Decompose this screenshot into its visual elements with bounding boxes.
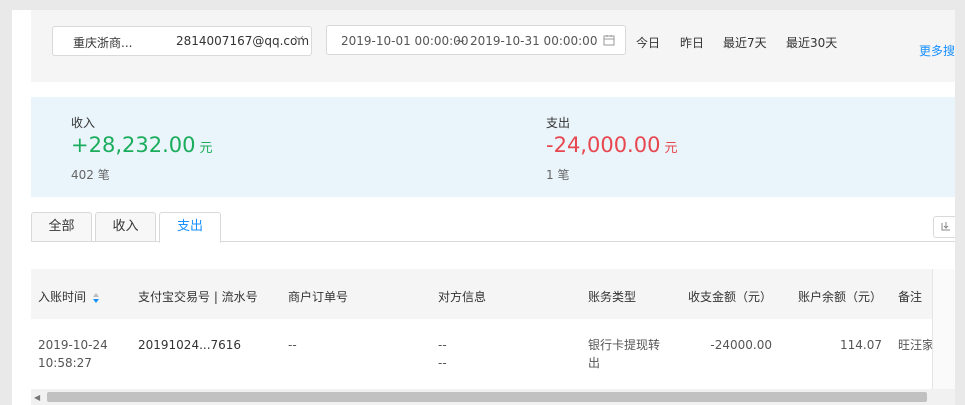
scroll-left-icon[interactable]: ◀ <box>34 393 40 402</box>
cell-balance: 114.07 <box>840 338 882 352</box>
col-header-balance: 账户余额（元） <box>798 290 883 304</box>
quick-range-30days[interactable]: 最近30天 <box>786 34 837 51</box>
cell-time-clock: 10:58:27 <box>38 356 92 370</box>
cell-time: 2019-10-24 10:58:27 <box>38 336 108 372</box>
calendar-icon <box>603 35 615 46</box>
col-header-amount: 收支金额（元） <box>688 290 773 304</box>
cell-time-date: 2019-10-24 <box>38 338 108 352</box>
download-button[interactable] <box>933 216 955 238</box>
income-amount-value: +28,232.00 <box>71 133 196 157</box>
cell-counterparty-line1: -- <box>438 338 447 352</box>
cell-trade-no[interactable]: 20191024...7616 <box>138 336 241 354</box>
filter-bar: 重庆浙商... 2814007167@qq.com 2019-10-01 00:… <box>31 10 955 82</box>
account-select[interactable]: 重庆浙商... 2814007167@qq.com <box>52 26 312 56</box>
cell-counterparty: -- -- <box>438 336 447 372</box>
col-header-type: 账务类型 <box>588 290 637 304</box>
bill-panel: 重庆浙商... 2814007167@qq.com 2019-10-01 00:… <box>12 10 955 405</box>
expense-label: 支出 <box>546 116 571 130</box>
tab-income[interactable]: 收入 <box>95 212 156 242</box>
col-header-trade-no: 支付宝交易号 | 流水号 <box>138 290 258 304</box>
expense-amount: -24,000.00 元 <box>546 133 677 157</box>
expense-unit: 元 <box>664 141 678 156</box>
date-separator: ~ <box>455 34 466 48</box>
col-header-time[interactable]: 入账时间 <box>38 288 100 305</box>
cell-amount: -24000.00 <box>710 338 772 352</box>
tab-expense[interactable]: 支出 <box>159 212 221 243</box>
expense-count: 1 笔 <box>546 168 570 182</box>
col-header-merchant-order: 商户订单号 <box>288 290 349 304</box>
col-header-counterparty: 对方信息 <box>438 290 487 304</box>
download-icon <box>941 222 950 231</box>
income-label: 收入 <box>71 116 96 130</box>
date-end: 2019-10-31 00:00:00 <box>470 34 598 48</box>
summary-panel: 收入 +28,232.00 元 402 笔 支出 -24,000.00 元 1 笔 <box>31 97 955 197</box>
date-range-picker[interactable]: 2019-10-01 00:00:00 ~ 2019-10-31 00:00:0… <box>326 25 626 55</box>
cell-type-line1: 银行卡提现转 <box>588 338 661 352</box>
col-header-note: 备注 <box>898 290 923 304</box>
chevron-down-icon <box>294 35 304 41</box>
quick-range-7days[interactable]: 最近7天 <box>723 34 767 51</box>
income-unit: 元 <box>199 141 213 156</box>
cell-type: 银行卡提现转 出 <box>588 336 660 372</box>
account-email: 2814007167@qq.com <box>176 34 310 48</box>
col-header-time-label: 入账时间 <box>38 290 87 304</box>
cell-counterparty-line2: -- <box>438 356 447 370</box>
cell-note: 旺汪家 <box>898 338 935 352</box>
more-search-link[interactable]: 更多搜 <box>919 42 955 59</box>
vertical-scrollbar[interactable] <box>932 269 955 389</box>
horizontal-scrollbar[interactable]: ◀ <box>31 389 955 405</box>
quick-range-yesterday[interactable]: 昨日 <box>680 34 704 51</box>
cell-merchant-order: -- <box>288 338 297 352</box>
quick-range-today[interactable]: 今日 <box>636 34 660 51</box>
income-count: 402 笔 <box>71 168 110 182</box>
scroll-thumb[interactable] <box>47 392 927 402</box>
sort-icon[interactable] <box>92 292 100 304</box>
income-amount: +28,232.00 元 <box>71 133 213 157</box>
table-row[interactable]: 2019-10-24 10:58:27 20191024...7616 -- -… <box>31 319 935 389</box>
tab-all[interactable]: 全部 <box>31 212 92 242</box>
account-name: 重庆浙商... <box>73 36 133 50</box>
cell-type-line2: 出 <box>588 356 601 370</box>
table-header: 入账时间 支付宝交易号 | 流水号 商户订单号 对方信息 账务类型 收支金额（元… <box>31 269 933 319</box>
expense-amount-value: -24,000.00 <box>546 133 661 157</box>
date-start: 2019-10-01 00:00:00 <box>341 34 469 48</box>
